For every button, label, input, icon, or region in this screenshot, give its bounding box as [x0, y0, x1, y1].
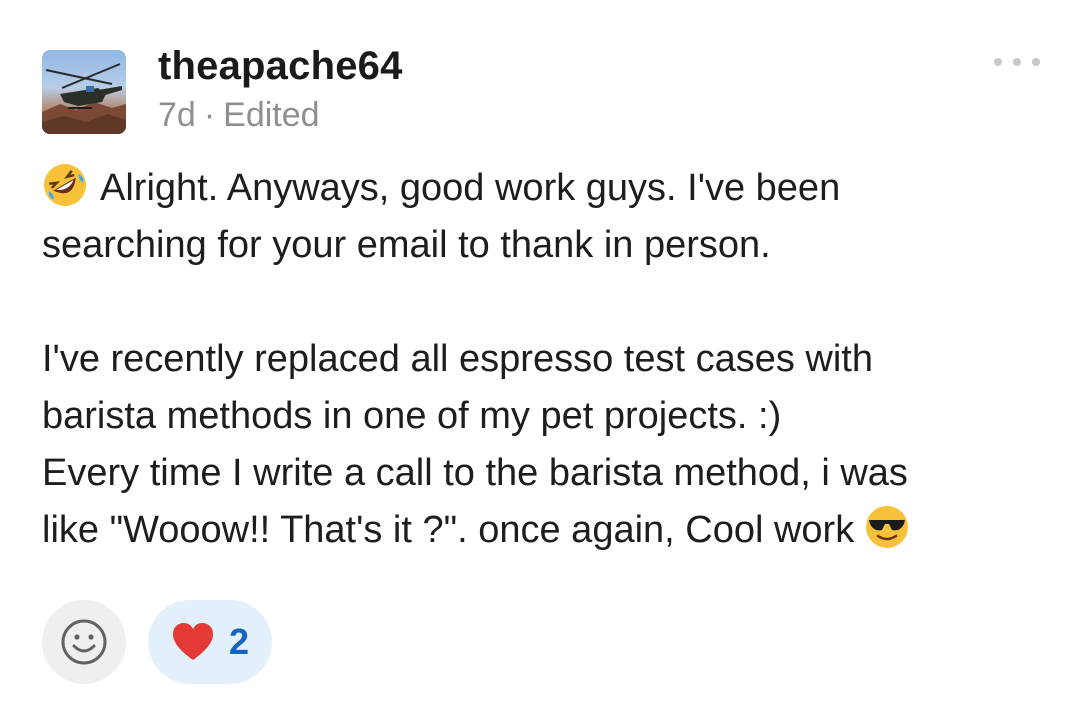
reactions-bar: 2 [42, 600, 272, 684]
meta-separator: · [203, 96, 216, 134]
helicopter-image [42, 63, 126, 134]
post-age: 7d [158, 96, 196, 134]
edited-label: Edited [223, 96, 320, 134]
post-line: searching for your email to thank in per… [42, 224, 771, 266]
post-line: Alright. Anyways, good work guys. I've b… [42, 160, 1042, 217]
post-line [42, 274, 1042, 331]
post-line: like "Wooow!! That's it ?". once again, … [42, 502, 1042, 559]
more-options-button[interactable] [994, 52, 1040, 72]
post-body: Alright. Anyways, good work guys. I've b… [42, 160, 1042, 559]
heart-icon [172, 623, 213, 660]
more-horizontal-icon [994, 58, 1002, 66]
post-line: Every time I write a call to the barista… [42, 452, 908, 494]
post-line-text: Alright. Anyways, good work guys. I've b… [100, 167, 841, 209]
post-line: I've recently replaced all espresso test… [42, 338, 873, 380]
post-line-text: like "Wooow!! That's it ?". once again, … [42, 509, 855, 551]
reaction-count: 2 [228, 621, 250, 662]
sunglasses-emoji-icon [866, 506, 909, 548]
heart-reaction-button[interactable]: 2 [148, 600, 272, 684]
post-meta: 7d · Edited [158, 96, 320, 135]
avatar[interactable] [42, 50, 126, 134]
add-reaction-button[interactable] [42, 600, 126, 684]
author-name[interactable]: theapache64 [158, 44, 403, 89]
rofl-emoji-icon [44, 164, 86, 206]
smiley-icon [61, 619, 107, 665]
post-line: barista methods in one of my pet project… [42, 395, 782, 437]
